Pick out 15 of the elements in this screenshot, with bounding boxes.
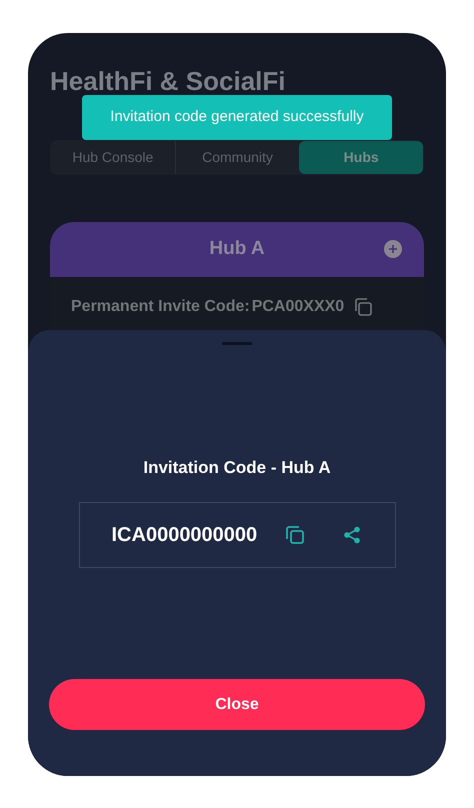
app-title: HealthFi & SocialFi [50, 66, 286, 94]
hub-name: Hub A [209, 236, 265, 261]
sheet-title: Invitation Code - Hub A [143, 456, 331, 478]
tab[interactable]: Hub Console [51, 140, 175, 174]
invite-code-label: Permanent Invite Code: [71, 296, 250, 316]
invitation-code: ICA0000000000 [112, 523, 258, 548]
share-icon[interactable] [343, 526, 362, 544]
close-button[interactable]: Close [49, 679, 425, 730]
toast-message: Invitation code generated successfully [110, 106, 364, 127]
drag-handle[interactable] [222, 342, 252, 344]
copy-icon[interactable] [354, 298, 372, 316]
invite-code: PCA00XXX0 [252, 296, 344, 316]
add-icon[interactable] [384, 240, 402, 258]
tab[interactable]: Hubs [299, 140, 424, 174]
copy-icon[interactable] [285, 525, 306, 545]
